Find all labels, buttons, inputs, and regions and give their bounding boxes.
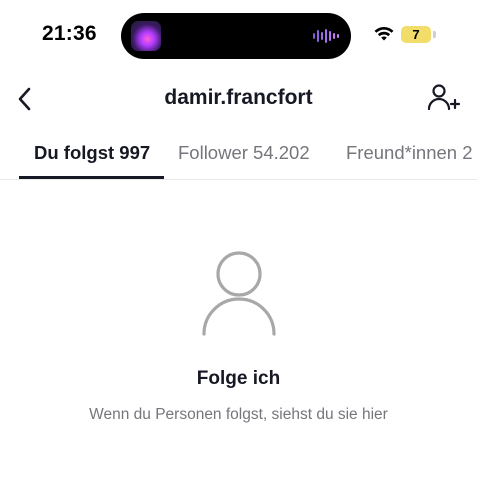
- now-playing-app-icon: [131, 21, 161, 51]
- active-tab-indicator: [19, 176, 164, 179]
- tab-friends[interactable]: Freund*innen 2: [346, 142, 473, 164]
- status-time: 21:36: [42, 22, 97, 45]
- follow-tabs: Du folgst 997 Follower 54.202 Freund*inn…: [0, 124, 477, 180]
- empty-state: Folge ich Wenn du Personen folgst, siehs…: [0, 180, 477, 480]
- page-title: damir.francfort: [164, 86, 313, 109]
- battery-level: 7: [412, 27, 420, 42]
- person-outline-icon: [202, 251, 276, 336]
- dynamic-island[interactable]: [121, 13, 351, 59]
- wifi-icon: [374, 26, 394, 41]
- empty-state-title: Folge ich: [196, 368, 281, 389]
- empty-state-subtitle: Wenn du Personen folgst, siehst du sie h…: [89, 406, 388, 423]
- tab-followers[interactable]: Follower 54.202: [178, 142, 310, 164]
- profile-header: damir.francfort: [0, 74, 477, 124]
- status-bar: 21:36 7: [0, 0, 477, 70]
- tab-following[interactable]: Du folgst 997: [34, 142, 150, 164]
- battery-icon: 7: [401, 26, 431, 43]
- audio-waveform-icon: [313, 29, 339, 43]
- battery-cap: [433, 31, 436, 38]
- add-person-icon: [427, 84, 461, 111]
- add-friend-button[interactable]: [422, 80, 462, 116]
- following-screen: 21:36 7 damir.francfort Du folgst 997 Fo…: [0, 0, 477, 480]
